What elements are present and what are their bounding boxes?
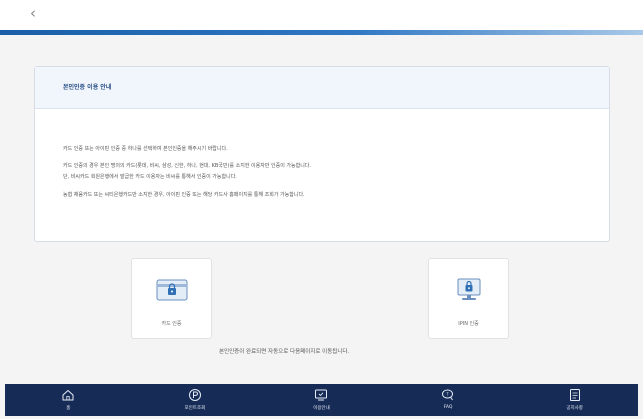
redirect-note: 본인인증이 완료되면 자동으로 다음페이지로 이동됩니다. [219, 349, 350, 355]
nav-item-faq[interactable]: ? FAQ [385, 384, 512, 416]
notice-header: 본인인증 이용 안내 [35, 67, 609, 109]
notice-line: 카드 인증의 경우 본인 명의의 카드(롯데, 비씨, 삼성, 신한, 하나, … [63, 163, 311, 169]
card-auth-label: 카드 인증 [161, 321, 182, 327]
progress-line [0, 30, 643, 35]
chevron-left-icon: ‹ [30, 4, 36, 22]
nav-label: 포인트조회 [184, 406, 206, 411]
nav-item-home[interactable]: 홈 [5, 384, 132, 416]
notice-line: 농협 채움카드 또는 씨티은행카드만 소지한 경우, 아이핀 인증 또는 해당 … [63, 192, 305, 198]
notice-box: 본인인증 이용 안내 카드 인증 또는 아이핀 인증 중 하나를 선택하여 본인… [34, 66, 610, 242]
point-icon [188, 389, 201, 401]
nav-item-guide[interactable]: 이용안내 [258, 384, 385, 416]
nav-label: 공지사항 [566, 406, 583, 411]
nav-label: 이용안내 [313, 406, 330, 411]
nav-label: 홈 [66, 406, 71, 411]
faq-chat-icon: ? [442, 389, 454, 401]
back-button[interactable]: ‹ [30, 4, 36, 22]
top-bar: ‹ [0, 0, 643, 35]
notice-line: 카드 인증 또는 아이핀 인증 중 하나를 선택하여 본인인증을 해주시기 바랍… [63, 146, 228, 152]
home-icon [62, 389, 74, 401]
card-auth-button[interactable]: 카드 인증 [131, 258, 212, 339]
notice-list-icon [569, 389, 580, 401]
nav-item-point[interactable]: 포인트조회 [132, 384, 259, 416]
nav-label: FAQ [443, 405, 453, 410]
ipin-auth-label: IPIN 인증 [458, 321, 479, 327]
nav-item-notice[interactable]: 공지사항 [511, 384, 638, 416]
notice-body: 카드 인증 또는 아이핀 인증 중 하나를 선택하여 본인인증을 해주시기 바랍… [35, 109, 609, 199]
svg-text:?: ? [446, 392, 449, 398]
card-lock-icon [156, 279, 188, 301]
guide-monitor-icon [315, 389, 328, 401]
bottom-nav: 홈 포인트조회 이용안내 ? FAQ 공지사항 [5, 384, 638, 416]
notice-title: 본인인증 이용 안내 [63, 84, 112, 91]
monitor-lock-icon [457, 278, 481, 300]
ipin-auth-button[interactable]: IPIN 인증 [428, 258, 509, 339]
notice-line: 단, 비씨카드 회원은행에서 발급한 카드 이용자는 비씨를 통해서 인증이 가… [63, 174, 237, 180]
